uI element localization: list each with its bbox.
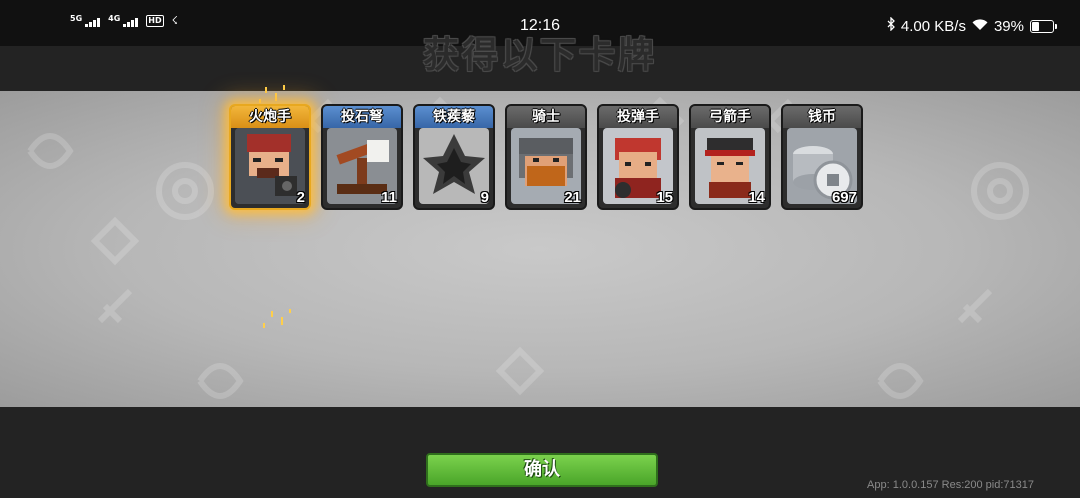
card-count: 2: [296, 189, 305, 206]
card-name: 铁蒺藜: [415, 106, 493, 128]
card-count: 9: [480, 189, 489, 206]
card-0[interactable]: 火炮手 2: [229, 104, 311, 210]
card-count: 21: [564, 189, 581, 206]
card-name: 投弹手: [599, 106, 677, 128]
confirm-button[interactable]: 确认: [426, 453, 658, 487]
page-title: 获得以下卡牌: [422, 35, 657, 76]
card-count: 11: [381, 189, 397, 206]
card-list: 火炮手 2 投石弩 11 铁蒺藜 9 骑士 21 投弹手 15 弓箭手 14 钱币 697: [229, 104, 863, 210]
card-4[interactable]: 投弹手 15: [597, 104, 679, 210]
card-name: 钱币: [783, 106, 861, 128]
card-2[interactable]: 铁蒺藜 9: [413, 104, 495, 210]
card-6[interactable]: 钱币 697: [781, 104, 863, 210]
card-count: 15: [656, 189, 673, 206]
card-1[interactable]: 投石弩 11: [321, 104, 403, 210]
card-name: 骑士: [507, 106, 585, 128]
card-name: 投石弩: [323, 106, 401, 128]
version-info: App: 1.0.0.157 Res:200 pid:71317: [867, 479, 1034, 491]
cannoneer-portrait: [235, 128, 305, 204]
card-5[interactable]: 弓箭手 14: [689, 104, 771, 210]
card-count: 697: [831, 189, 857, 206]
card-name: 弓箭手: [691, 106, 769, 128]
card-3[interactable]: 骑士 21: [505, 104, 587, 210]
card-name: 火炮手: [231, 106, 309, 128]
card-count: 14: [748, 189, 765, 206]
caltrop-portrait: [419, 128, 489, 204]
